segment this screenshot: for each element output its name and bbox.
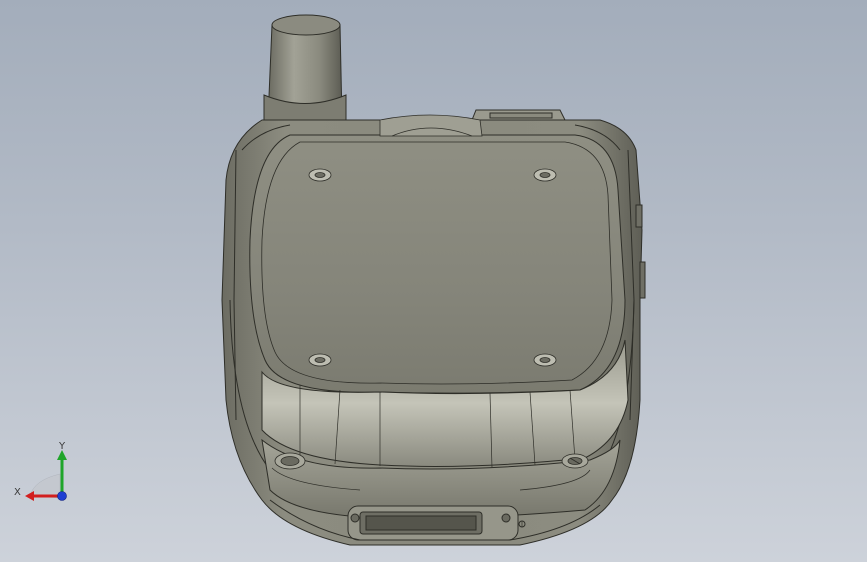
screw-bottom-right[interactable] [533, 353, 557, 367]
z-axis-marker [57, 491, 67, 501]
cad-viewport[interactable]: Y X [0, 0, 867, 562]
bottom-hole-right[interactable] [561, 453, 589, 469]
y-axis-label: Y [58, 441, 66, 452]
screw-top-right[interactable] [533, 168, 557, 182]
orientation-triad: Y X [14, 441, 67, 501]
antenna[interactable] [263, 14, 347, 123]
charging-port[interactable] [347, 505, 526, 541]
triad-base-shadow [29, 473, 61, 499]
phone-3d-model[interactable] [0, 0, 867, 562]
side-button-lower[interactable] [639, 261, 646, 299]
x-axis-arrowhead [25, 491, 34, 501]
bottom-hole-left[interactable] [274, 452, 306, 470]
battery-cover[interactable] [249, 134, 626, 394]
screw-bottom-left[interactable] [308, 353, 332, 367]
top-recess [379, 114, 483, 137]
screw-top-left[interactable] [308, 168, 332, 182]
side-button-upper[interactable] [635, 204, 643, 228]
top-button[interactable] [471, 109, 566, 121]
x-axis-label: X [14, 487, 21, 498]
